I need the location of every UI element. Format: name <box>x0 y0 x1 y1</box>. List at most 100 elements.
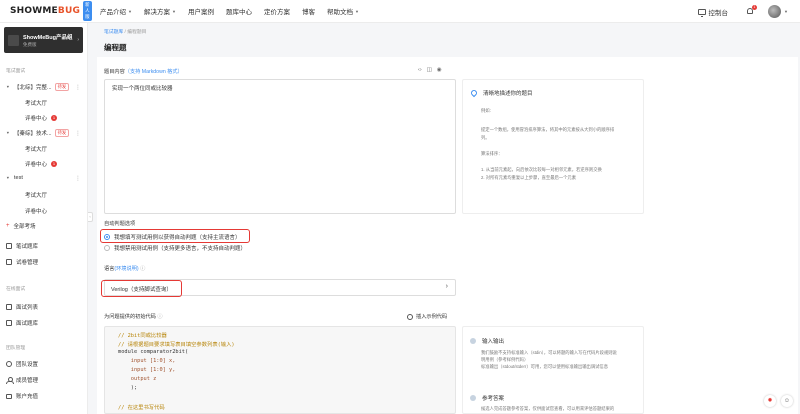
section-label-written: 笔试面试 <box>6 69 26 74</box>
help-icon[interactable]: ⓘ <box>140 266 145 272</box>
tip-line: 算法排序： <box>481 151 503 156</box>
console-button[interactable]: 控制台 <box>697 7 729 17</box>
code-line: // 在这里书写代码 <box>118 405 165 411</box>
top-right-tools: 控制台 1 ▼ <box>697 0 788 23</box>
org-switcher[interactable]: ShowMeBug产品组 免费版 › <box>4 27 83 53</box>
sidebar-item-recharge[interactable]: 账户充值 <box>0 392 88 400</box>
sidebar-item-all-exams[interactable]: + 全部考场 <box>0 222 88 230</box>
code-line: ); <box>118 385 138 391</box>
document-icon <box>6 259 12 265</box>
user-icon <box>6 377 14 384</box>
help-icon[interactable]: ⓘ <box>157 314 162 320</box>
io-line: 明用例（参考样例代码） <box>481 357 529 362</box>
sidebar: ShowMeBug产品组 免费版 › <box>0 23 88 414</box>
caret-down-icon: ▼ <box>6 85 10 89</box>
sidebar-item-lobby[interactable]: 考试大厅 <box>0 191 88 199</box>
sidebar-item-label: 考试大厅 <box>25 193 48 199</box>
info-icon <box>470 338 476 344</box>
breadcrumb-current: 编程题目 <box>127 30 147 35</box>
caret-down-icon: ▼ <box>6 131 10 135</box>
judge-option-disable[interactable]: 我想禁用测试用例（支持更多语言，不支持自动判题） <box>104 244 246 252</box>
nav-item-cases[interactable]: 用户案例 <box>188 6 214 16</box>
sidebar-item-members[interactable]: 成员管理 <box>0 376 88 384</box>
more-icon[interactable]: ⋮ <box>75 84 81 91</box>
io-title: 输入输出 <box>470 337 504 345</box>
info-icon <box>470 395 476 401</box>
io-line: 标准输出（stdout/stderr）可用，您可以使用标准输出输出调试信息 <box>481 364 609 369</box>
sidebar-item-interview-list[interactable]: 面试列表 <box>0 303 88 311</box>
nav-item-solutions[interactable]: 解决方案 ▼ <box>144 6 176 17</box>
sidebar-collapse-button[interactable]: ‹ <box>88 212 93 222</box>
nav-item-product[interactable]: 产品介绍 ▼ <box>100 6 132 17</box>
breadcrumb: 笔试题库 / 编程题目 <box>104 28 146 35</box>
radio-unchecked[interactable] <box>104 245 110 251</box>
version-badge: 新人版 <box>83 1 92 21</box>
option-label: 我想禁用测试用例（支持更多语言，不支持自动判题） <box>114 246 247 252</box>
code-icon[interactable]: ‹› <box>418 67 422 73</box>
sidebar-item-team-settings[interactable]: 团队设置 <box>0 360 88 368</box>
markdown-link[interactable]: （支持 Markdown 格式） <box>125 69 183 75</box>
chevron-down-icon: ▼ <box>128 8 132 14</box>
monitor-icon <box>697 8 706 17</box>
sidebar-item-label: 评卷中心 <box>25 162 48 168</box>
test-name: 【秦综】技术... <box>14 131 52 137</box>
sidebar-item-interview-bank[interactable]: 面试题库 <box>0 319 88 327</box>
code-line: input [1:0] x, <box>118 358 176 364</box>
insert-label: 插入示例代码 <box>416 314 448 320</box>
auto-judge-label: 自动判题选项 <box>104 221 136 227</box>
more-icon[interactable]: ⋮ <box>75 130 81 137</box>
list-icon <box>6 304 12 310</box>
io-line: 候选人完成答题参考答案，仅供面试官查看，可以用来评估答题结果的 <box>481 406 615 411</box>
nav-item-help[interactable]: 帮助文档 ▼ <box>327 6 359 17</box>
insert-icon <box>407 313 413 320</box>
sidebar-item-label: 面试题库 <box>16 321 39 327</box>
notification-count: 1 <box>752 5 758 10</box>
editor-toolbar: ‹› ◫ ◉ <box>418 67 442 73</box>
code-label: 为问题提供的初始代码 ⓘ <box>104 314 163 320</box>
sidebar-item-label: 成员管理 <box>16 378 39 384</box>
test-name: 【北综】完整... <box>14 85 52 91</box>
tips-panel: 清晰地描述你的题目 <box>462 79 644 214</box>
code-editor[interactable]: // 2bit同或比较器 // 请根据题目要求填写表目填空参数列表(输入) mo… <box>104 326 456 414</box>
sidebar-test-1[interactable]: ▼ 【北综】完整... 待发 ⋮ <box>0 83 88 91</box>
notification-button[interactable]: 1 <box>746 5 758 16</box>
more-icon[interactable]: ⋮ <box>75 175 81 182</box>
console-label: 控制台 <box>708 9 729 17</box>
sidebar-item-lobby[interactable]: 考试大厅 <box>0 145 88 153</box>
highlight-box <box>101 280 182 297</box>
sidebar-test-2[interactable]: ▼ 【秦综】技术... 待发 ⋮ <box>0 129 88 137</box>
chevron-down-icon[interactable]: ▼ <box>784 9 788 14</box>
split-view-icon[interactable]: ◫ <box>427 67 432 73</box>
sidebar-item-paper-mgmt[interactable]: 试卷管理 <box>0 258 88 266</box>
main-nav: 产品介绍 ▼ 解决方案 ▼ 用户案例 题库中心 定价方案 博客 帮助文档 ▼ <box>100 6 371 17</box>
sidebar-item-label: 评卷中心 <box>25 116 48 122</box>
tip-line: 列。 <box>481 135 490 140</box>
preview-eye-icon[interactable]: ◉ <box>437 67 442 73</box>
org-plan: 免费版 <box>23 41 37 47</box>
question-editor[interactable]: 实现一个两位同或比较器 <box>104 79 456 214</box>
chevron-right-icon: › <box>445 283 448 290</box>
chat-support-button[interactable]: ☺ <box>781 395 793 407</box>
book-icon <box>6 320 12 326</box>
sidebar-test-3[interactable]: ▼ test ⋮ <box>0 175 88 182</box>
bug-report-button[interactable]: ✹ <box>764 395 776 407</box>
nav-item-pricing[interactable]: 定价方案 <box>264 6 290 16</box>
question-content: 实现一个两位同或比较器 <box>112 86 173 92</box>
insert-example-button[interactable]: 插入示例代码 <box>407 313 447 320</box>
gear-icon <box>6 361 12 367</box>
page-title: 编程题 <box>104 43 127 52</box>
sidebar-item-lobby[interactable]: 考试大厅 <box>0 99 88 107</box>
sidebar-item-review[interactable]: 评卷中心 1 <box>0 114 88 122</box>
sidebar-item-review[interactable]: 评卷中心 1 <box>0 160 88 168</box>
sidebar-item-label: 面试列表 <box>16 305 39 311</box>
status-tag: 待发 <box>54 129 70 137</box>
nav-item-question-bank[interactable]: 题库中心 <box>226 6 252 16</box>
brand-logo[interactable]: SHOWMEBUG 新人版 <box>10 1 92 21</box>
user-avatar[interactable] <box>768 5 782 18</box>
nav-item-blog[interactable]: 博客 <box>302 6 315 16</box>
code-line: // 请根据题目要求填写表目填空参数列表(输入) <box>118 342 235 348</box>
sidebar-item-review[interactable]: 评卷中心 <box>0 207 88 215</box>
environment-link[interactable]: (环境说明) <box>114 266 138 272</box>
sidebar-item-exam-bank[interactable]: 笔试题库 <box>0 242 88 250</box>
breadcrumb-link[interactable]: 笔试题库 <box>104 30 123 35</box>
